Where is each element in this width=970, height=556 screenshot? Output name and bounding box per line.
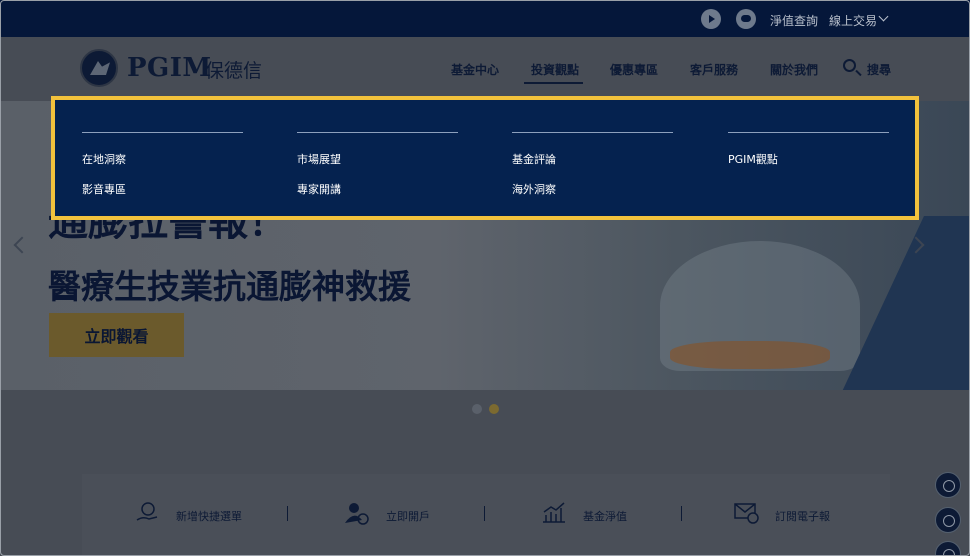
- menu-item-fund-review[interactable]: 基金評論: [512, 151, 556, 167]
- divider: [681, 506, 682, 521]
- nav-investment-insights[interactable]: 投資觀點: [531, 61, 579, 78]
- quick-link-open-account[interactable]: 立即開戶: [386, 508, 430, 524]
- mail-check-icon[interactable]: [734, 500, 760, 526]
- column-divider: [297, 132, 458, 133]
- carousel-dot-active[interactable]: [489, 404, 499, 414]
- nav-query-link[interactable]: 淨值查詢: [770, 12, 818, 29]
- nav-customer-service[interactable]: 客戶服務: [690, 61, 738, 78]
- top-utility-bar: 淨值查詢 線上交易: [0, 0, 970, 37]
- logo-text[interactable]: PGIM: [127, 53, 212, 83]
- divider: [484, 506, 485, 521]
- hero-title-line2: 醫療生技業抗通膨神救援: [48, 267, 411, 306]
- watch-now-button[interactable]: 立即觀看: [49, 313, 184, 357]
- nav-promotions[interactable]: 優惠專區: [610, 61, 658, 78]
- quick-link-fund-nav[interactable]: 基金淨值: [583, 508, 627, 524]
- chart-icon[interactable]: [541, 500, 567, 526]
- column-divider: [728, 132, 889, 133]
- liquid-image: [670, 341, 830, 369]
- pgim-logo-icon[interactable]: [80, 49, 118, 87]
- investment-insights-mega-menu: 在地洞察 影音專區 市場展望 專家開講 基金評論 海外洞察 PGIM觀點: [51, 96, 919, 220]
- floating-coin-icon[interactable]: [935, 472, 961, 498]
- nav-about-us[interactable]: 關於我們: [770, 61, 818, 78]
- menu-item-overseas-insight[interactable]: 海外洞察: [512, 181, 556, 197]
- line-icon[interactable]: [736, 9, 756, 29]
- nav-fund-center[interactable]: 基金中心: [451, 61, 499, 78]
- hand-coin-icon[interactable]: [135, 500, 161, 526]
- nav-active-underline: [524, 82, 583, 84]
- add-user-icon[interactable]: [344, 500, 370, 526]
- column-divider: [512, 132, 673, 133]
- quick-link-menu[interactable]: 新增快捷選單: [176, 508, 242, 524]
- nav-search[interactable]: 搜尋: [867, 61, 891, 78]
- menu-item-video-zone[interactable]: 影音專區: [82, 181, 126, 197]
- menu-item-local-insight[interactable]: 在地洞察: [82, 151, 126, 167]
- search-icon[interactable]: [843, 59, 856, 72]
- logo-cn-text[interactable]: 保德信: [205, 56, 262, 83]
- chevron-down-icon[interactable]: [878, 11, 889, 22]
- menu-item-market-outlook[interactable]: 市場展望: [297, 151, 341, 167]
- carousel-dot[interactable]: [472, 404, 482, 414]
- menu-item-pgim-views[interactable]: PGIM觀點: [728, 151, 778, 167]
- online-trade-link[interactable]: 線上交易: [829, 12, 877, 29]
- quick-link-newsletter[interactable]: 訂閱電子報: [775, 508, 830, 524]
- menu-item-expert-talk[interactable]: 專家開講: [297, 181, 341, 197]
- youtube-icon[interactable]: [701, 9, 721, 29]
- divider: [287, 506, 288, 521]
- column-divider: [82, 132, 243, 133]
- floating-lock-icon[interactable]: [935, 507, 961, 533]
